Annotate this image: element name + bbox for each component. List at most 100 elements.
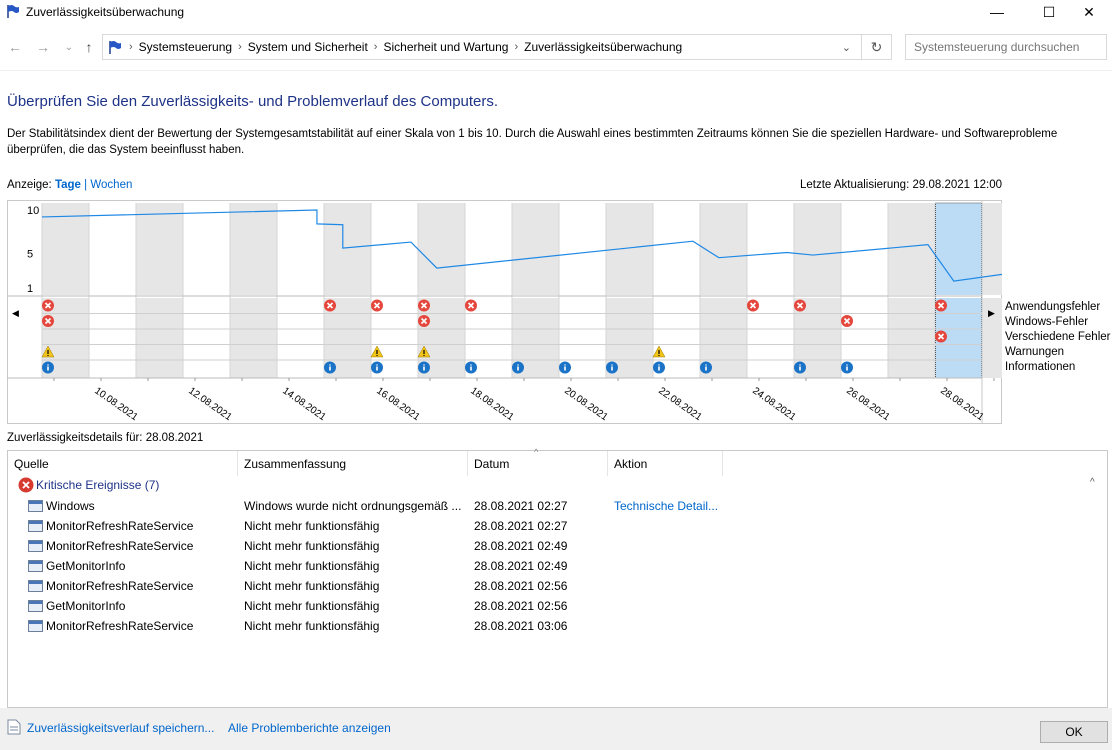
recent-locations-button[interactable]: ⌄ bbox=[60, 38, 78, 56]
chart-column-bg bbox=[935, 203, 982, 295]
application-icon bbox=[28, 600, 43, 612]
chart-column-bg bbox=[982, 203, 1002, 295]
divider bbox=[0, 70, 1112, 71]
refresh-icon: ↻ bbox=[870, 38, 883, 55]
x-date-label: 28.08.2021 bbox=[938, 385, 986, 423]
x-date-label: 16.08.2021 bbox=[374, 385, 422, 423]
x-date-label: 10.08.2021 bbox=[92, 385, 140, 423]
last-update-text: Letzte Aktualisierung: 29.08.2021 12:00 bbox=[799, 179, 1002, 191]
chart-column-bg bbox=[794, 203, 841, 295]
view-switcher: Anzeige: Tage | Wochen bbox=[7, 179, 132, 191]
forward-button[interactable]: → bbox=[34, 38, 52, 56]
application-icon bbox=[28, 520, 43, 532]
chevron-down-icon[interactable]: ⌄ bbox=[842, 41, 851, 54]
table-row[interactable]: MonitorRefreshRateService Nicht mehr funk… bbox=[8, 576, 1107, 596]
flag-icon bbox=[7, 5, 19, 18]
legend-information: Informationen bbox=[1005, 361, 1076, 373]
cell-date: 28.08.2021 02:49 bbox=[474, 559, 568, 573]
chart-column-bg bbox=[230, 203, 277, 295]
cell-date: 28.08.2021 02:27 bbox=[474, 499, 568, 513]
cell-summary: Nicht mehr funktionsfähig bbox=[244, 619, 380, 633]
page-title: Überprüfen Sie den Zuverlässigkeits- und… bbox=[7, 93, 499, 110]
refresh-button[interactable]: ↻ bbox=[862, 34, 892, 60]
breadcrumb-system-sicherheit[interactable]: System und Sicherheit bbox=[248, 40, 368, 54]
view-weeks-link[interactable]: Wochen bbox=[90, 179, 132, 191]
column-header-action[interactable]: Aktion bbox=[608, 451, 723, 476]
x-date-label: 18.08.2021 bbox=[468, 385, 516, 423]
cell-source: GetMonitorInfo bbox=[46, 599, 126, 613]
view-days-link[interactable]: Tage bbox=[55, 179, 81, 191]
chart-column-bg bbox=[700, 203, 747, 295]
chart-column-bg bbox=[418, 203, 465, 295]
sort-ascending-icon: ^ bbox=[534, 447, 539, 457]
table-row[interactable]: MonitorRefreshRateService Nicht mehr funk… bbox=[8, 616, 1107, 636]
breadcrumb-systemsteuerung[interactable]: Systemsteuerung bbox=[139, 40, 232, 54]
table-row[interactable]: Windows Windows wurde nicht ordnungsgemäß… bbox=[8, 496, 1107, 516]
cell-summary: Nicht mehr funktionsfähig bbox=[244, 539, 380, 553]
scroll-left-icon[interactable]: ◀ bbox=[12, 308, 19, 318]
scroll-right-icon[interactable]: ▶ bbox=[988, 308, 995, 318]
page-description: Der Stabilitätsindex dient der Bewertung… bbox=[7, 128, 1058, 156]
breadcrumb-sicherheit-wartung[interactable]: Sicherheit und Wartung bbox=[383, 40, 508, 54]
chart-column-bg bbox=[888, 298, 935, 378]
breadcrumb-current[interactable]: Zuverlässigkeitsüberwachung bbox=[524, 40, 682, 54]
view-label: Anzeige: bbox=[7, 179, 52, 191]
save-history-link[interactable]: Zuverlässigkeitsverlauf speichern... bbox=[27, 721, 214, 735]
cell-date: 28.08.2021 02:49 bbox=[474, 539, 568, 553]
cell-source: MonitorRefreshRateService bbox=[46, 619, 194, 633]
cell-date: 28.08.2021 02:27 bbox=[474, 519, 568, 533]
application-icon bbox=[28, 580, 43, 592]
ok-button[interactable]: OK bbox=[1040, 721, 1108, 743]
y-tick-label: 1 bbox=[27, 283, 33, 295]
back-button[interactable]: ← bbox=[6, 38, 24, 56]
chart-column-bg bbox=[888, 203, 935, 295]
save-document-icon bbox=[7, 719, 21, 735]
table-row[interactable]: MonitorRefreshRateService Nicht mehr funk… bbox=[8, 536, 1107, 556]
details-heading: Zuverlässigkeitsdetails für: 28.08.2021 bbox=[7, 432, 204, 444]
x-date-label: 22.08.2021 bbox=[656, 385, 704, 423]
minimize-button[interactable]: — bbox=[974, 0, 1020, 24]
chevron-right-icon: › bbox=[514, 41, 519, 53]
address-bar[interactable]: › Systemsteuerung › System und Sicherhei… bbox=[102, 34, 862, 60]
cell-action[interactable]: Technische Detail... bbox=[614, 499, 718, 513]
group-critical-events[interactable]: Kritische Ereignisse (7) ^ bbox=[8, 475, 1107, 495]
collapse-icon[interactable]: ^ bbox=[1090, 477, 1095, 488]
cell-source: MonitorRefreshRateService bbox=[46, 539, 194, 553]
legend-app-errors: Anwendungsfehler bbox=[1005, 301, 1101, 313]
application-icon bbox=[28, 500, 43, 512]
x-date-label: 12.08.2021 bbox=[186, 385, 234, 423]
table-row[interactable]: GetMonitorInfo Nicht mehr funktionsfähig 2… bbox=[8, 596, 1107, 616]
chart-column-bg bbox=[136, 298, 183, 378]
reliability-chart[interactable]: 10 5 1 10.08.2021 12.08.2021 14.08.2021 16.08.… bbox=[7, 200, 1002, 424]
column-header-source[interactable]: Quelle bbox=[8, 451, 238, 476]
y-tick-label: 5 bbox=[27, 248, 33, 260]
x-date-label: 26.08.2021 bbox=[844, 385, 892, 423]
chart-column-bg bbox=[136, 203, 183, 295]
cell-source: GetMonitorInfo bbox=[46, 559, 126, 573]
y-tick-label: 10 bbox=[27, 205, 39, 217]
cell-date: 28.08.2021 03:06 bbox=[474, 619, 568, 633]
cell-source: Windows bbox=[46, 499, 95, 513]
control-panel-icon bbox=[109, 41, 121, 54]
close-button[interactable]: ✕ bbox=[1066, 0, 1112, 24]
details-list[interactable]: Quelle Zusammenfassung Datum Aktion ^ Kr… bbox=[7, 447, 1108, 708]
all-reports-link[interactable]: Alle Problemberichte anzeigen bbox=[228, 721, 391, 735]
table-row[interactable]: MonitorRefreshRateService Nicht mehr funk… bbox=[8, 516, 1107, 536]
table-row[interactable]: GetMonitorInfo Nicht mehr funktionsfähig 2… bbox=[8, 556, 1107, 576]
cell-source: MonitorRefreshRateService bbox=[46, 519, 194, 533]
cell-source: MonitorRefreshRateService bbox=[46, 579, 194, 593]
chart-column-bg bbox=[512, 203, 559, 295]
cell-summary: Nicht mehr funktionsfähig bbox=[244, 559, 380, 573]
view-separator: | bbox=[84, 179, 88, 191]
up-button[interactable]: ↑ bbox=[80, 38, 98, 56]
critical-error-icon bbox=[18, 477, 34, 493]
x-date-label: 14.08.2021 bbox=[280, 385, 328, 423]
column-header-summary[interactable]: Zusammenfassung bbox=[238, 451, 468, 476]
application-icon bbox=[28, 540, 43, 552]
chart-column-bg bbox=[230, 298, 277, 378]
legend-misc-errors: Verschiedene Fehler bbox=[1005, 331, 1111, 343]
cell-date: 28.08.2021 02:56 bbox=[474, 579, 568, 593]
chart-column-bg bbox=[324, 203, 371, 295]
title-bar: Zuverlässigkeitsüberwachung — ☐ ✕ bbox=[0, 0, 1112, 24]
search-input[interactable] bbox=[905, 34, 1107, 60]
